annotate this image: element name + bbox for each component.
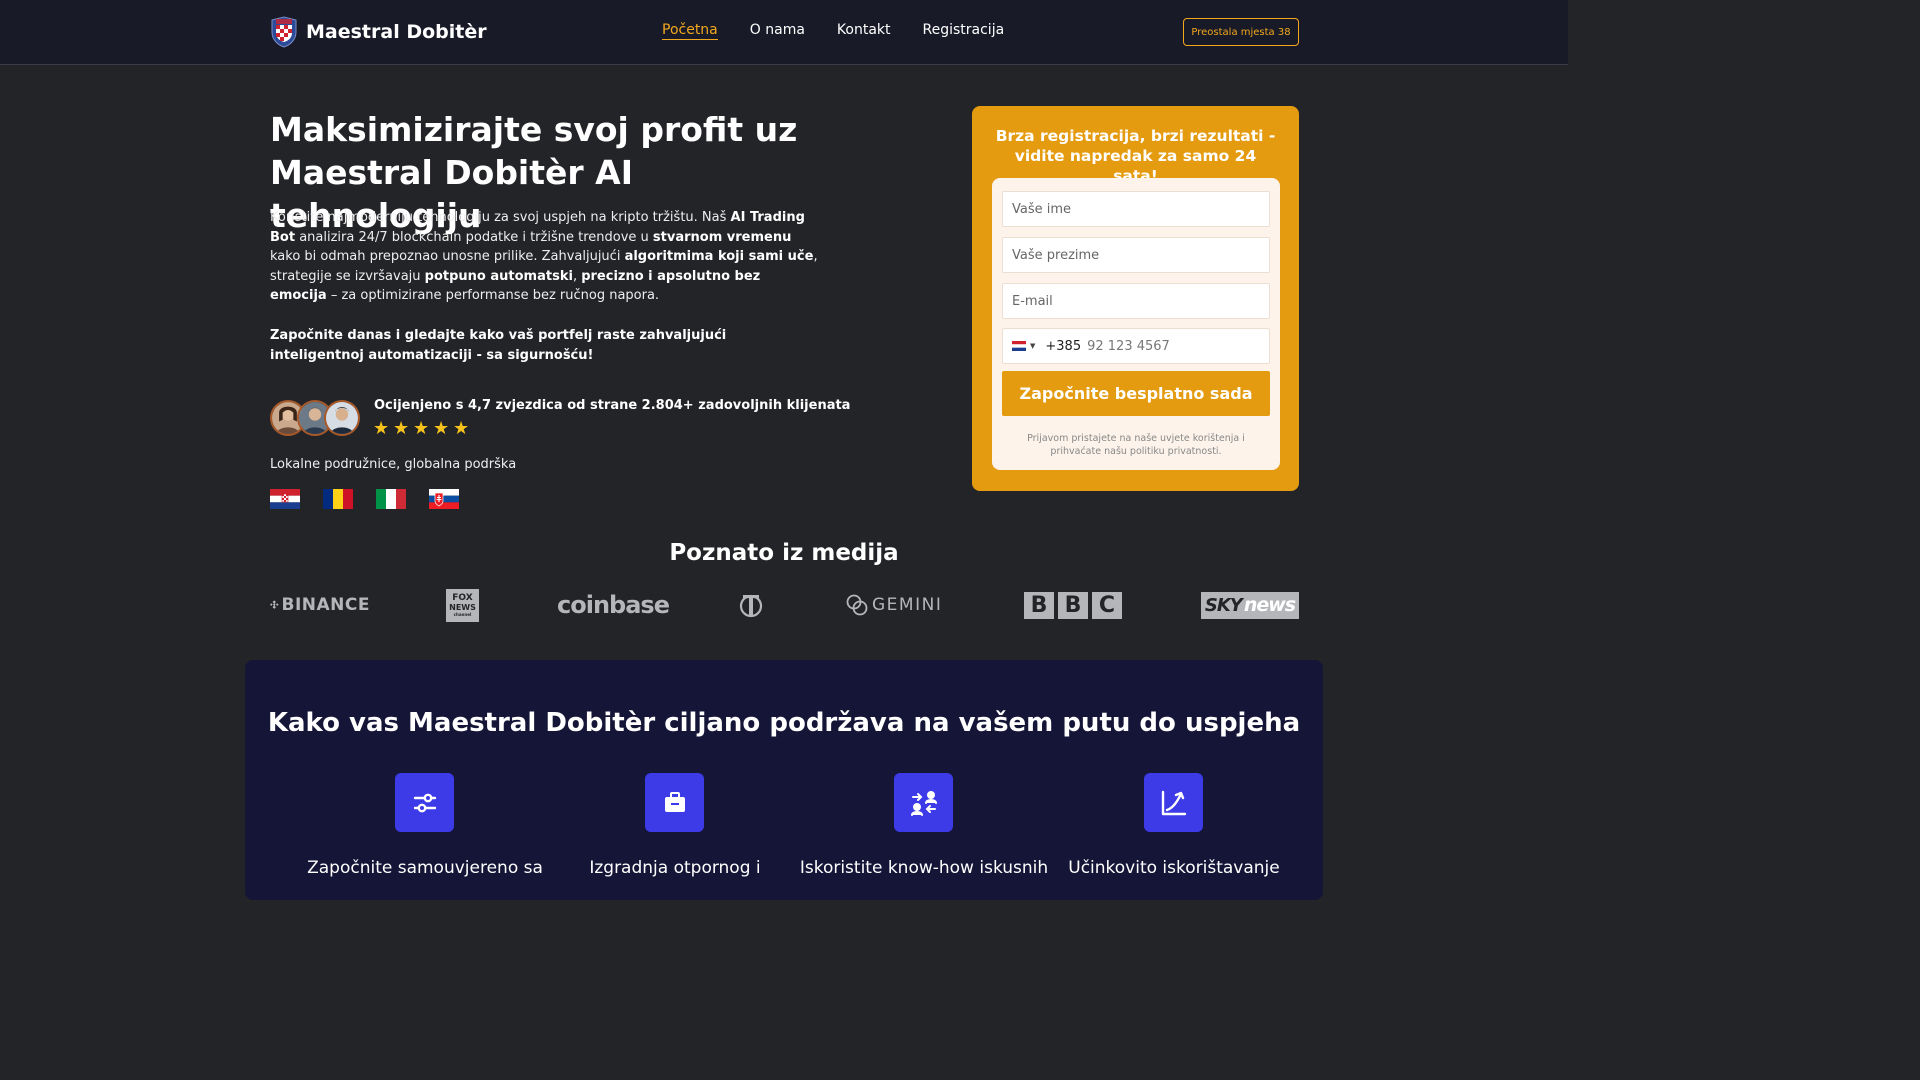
bbc-letter: B [1024, 591, 1054, 619]
star-icon: ★ [433, 418, 450, 439]
star-icon: ★ [373, 418, 390, 439]
feature-label: Započnite samouvjereno sa [307, 858, 543, 878]
site-header: Maestral Dobitèr Početna O nama Kontakt … [0, 0, 1568, 65]
gemini-logo: GEMINI [846, 588, 946, 622]
hero-paragraph-emphasis: potpuno automatski [424, 268, 573, 284]
nav-item-registracija[interactable]: Registracija [923, 22, 1005, 40]
country-flags [270, 489, 459, 509]
caret-down-icon[interactable]: ▼ [1030, 342, 1035, 350]
croatia-flag-icon[interactable] [270, 489, 300, 509]
media-title: Poznato iz medija [669, 540, 899, 566]
seats-remaining-button[interactable]: Preostala mjesta 38 [1183, 18, 1299, 46]
star-icon: ★ [413, 418, 430, 439]
hero-paragraph-text: – za optimizirane performanse bez ručnog… [326, 288, 660, 303]
phone-country-code: +385 [1045, 338, 1082, 354]
binance-wordmark: BINANCE [281, 595, 370, 615]
binance-logo: BINANCE [270, 588, 370, 622]
romania-flag-icon[interactable] [323, 489, 353, 509]
nav-item-kontakt[interactable]: Kontakt [837, 22, 891, 40]
terms-disclaimer: Prijavom pristajete na naše uvjete koriš… [1027, 433, 1245, 457]
nav-item-o-nama[interactable]: O nama [750, 22, 805, 40]
slovakia-flag-icon[interactable] [429, 489, 459, 509]
sky-news-logo: SKY news [1201, 588, 1299, 622]
rating-stars: ★ ★ ★ ★ ★ [373, 420, 471, 438]
fox-news-logo: FOX NEWS channel [446, 588, 480, 622]
local-branches-text: Lokalne podružnice, globalna podrška [270, 457, 517, 472]
italy-flag-icon[interactable] [376, 489, 406, 509]
bbc-letter: B [1058, 591, 1088, 619]
hero-paragraph-text: kako bi odmah prepoznao unosne prilike. … [270, 249, 625, 264]
sliders-icon [395, 773, 454, 832]
hero-paragraph-emphasis: algoritmima koji sami uče [624, 249, 814, 264]
user-exchange-icon [894, 773, 953, 832]
growth-chart-icon [1144, 773, 1203, 832]
hero-cta-text: Započnite danas i gledajte kako vaš port… [270, 328, 727, 363]
news-wordmark: news [1243, 594, 1296, 616]
hero-paragraph-text: analizira 24/7 blockchain podatke i trži… [295, 229, 653, 245]
binance-diamond-icon [270, 600, 279, 609]
feature-label: Učinkovito iskorištavanje [1068, 858, 1280, 878]
registration-form: Vaše ime Vaše prezime E-mail ▼ +385 92 1… [992, 178, 1280, 470]
hero-paragraph-text: , [572, 268, 582, 284]
last-name-input[interactable]: Vaše prezime [1002, 237, 1270, 273]
fox-news-bottom: NEWS [449, 602, 476, 612]
registration-card: Brza registracija, brzi rezultati - vidi… [972, 106, 1299, 491]
start-free-button[interactable]: Započnite besplatno sada [1002, 371, 1270, 416]
fox-news-top: FOX [452, 592, 473, 603]
gemini-icon [846, 594, 868, 616]
briefcase-icon [645, 773, 704, 832]
croatia-flag-icon[interactable] [1012, 341, 1026, 351]
coinbase-logo: coinbase [557, 588, 670, 622]
brand-name: Maestral Dobitèr [306, 21, 487, 43]
nyt-t-icon [739, 594, 763, 618]
nav-item-pocetna[interactable]: Početna [662, 22, 718, 40]
star-icon: ★ [453, 418, 470, 439]
phone-placeholder: 92 123 4567 [1087, 338, 1170, 354]
fox-news-sub: channel [453, 611, 472, 617]
hero-paragraph-text: Koristite najmoderniju tehnologiju za sv… [270, 210, 731, 225]
star-icon: ★ [393, 418, 410, 439]
croatia-shield-icon [271, 16, 297, 48]
rating-text: Ocijenjeno s 4,7 zvjezdica od strane 2.8… [374, 398, 851, 413]
client-avatars [270, 400, 360, 436]
first-name-input[interactable]: Vaše ime [1002, 191, 1270, 227]
coinbase-wordmark: coinbase [557, 591, 670, 619]
registration-title: Brza registracija, brzi rezultati - vidi… [995, 127, 1276, 185]
bbc-logo: B B C [1024, 588, 1124, 622]
brand-logo[interactable]: Maestral Dobitèr [270, 16, 487, 48]
media-logos: BINANCE FOX NEWS channel coinbase GEMINI… [0, 588, 1568, 622]
sky-wordmark: SKY [1204, 594, 1243, 616]
features-title: Kako vas Maestral Dobitèr ciljano podrža… [267, 708, 1301, 738]
feature-label: Izgradnja otpornog i [589, 858, 761, 878]
bbc-letter: C [1092, 591, 1122, 619]
email-input[interactable]: E-mail [1002, 283, 1270, 319]
features-section: Kako vas Maestral Dobitèr ciljano podrža… [245, 660, 1323, 900]
avatar [324, 400, 360, 436]
hero-paragraph-emphasis: stvarnom vremenu [652, 229, 792, 245]
feature-label: Iskoristite know-how iskusnih [799, 858, 1049, 878]
main-nav: Početna O nama Kontakt Registracija [662, 22, 1004, 40]
gemini-wordmark: GEMINI [872, 595, 943, 615]
nyt-logo [738, 588, 764, 622]
hero-paragraph: Koristite najmoderniju tehnologiju za sv… [270, 208, 818, 306]
phone-input[interactable]: ▼ +385 92 123 4567 [1002, 328, 1270, 364]
